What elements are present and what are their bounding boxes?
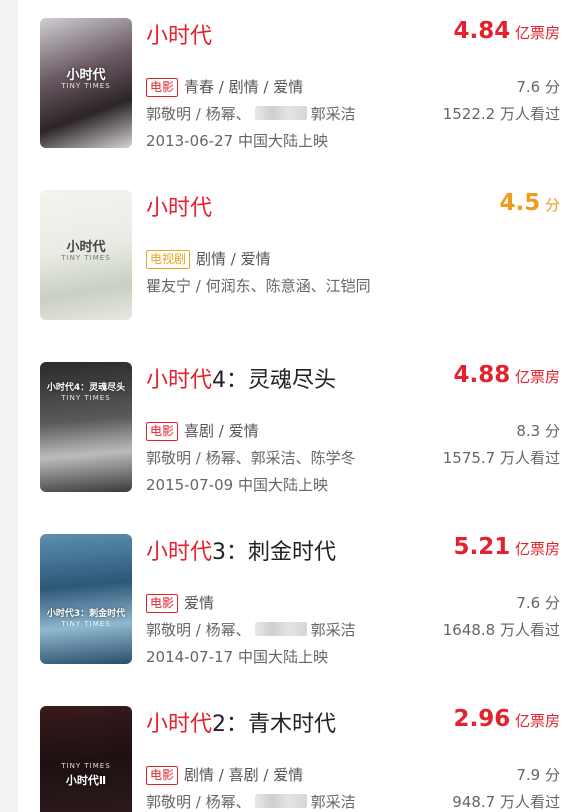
cast-b: 郭采洁 <box>310 793 356 811</box>
poster-subtitle: TINY TIMES <box>61 254 111 262</box>
type-tag: 电影 <box>146 766 179 785</box>
title-brand: 小时代 <box>146 540 213 565</box>
movie-title[interactable]: 小时代 <box>146 190 212 222</box>
rating-unit: 分 <box>544 196 560 214</box>
cast-line: 郭敬明 / 杨幂、郭采洁、陈学冬 <box>146 449 356 467</box>
box-office: 5.21 亿票房 <box>453 534 560 560</box>
poster-title: 小时代Ⅱ <box>65 774 107 787</box>
redacted-name <box>254 622 307 636</box>
genre-line: 电影 青春 / 剧情 / 爱情 <box>146 76 303 97</box>
genres: 青春 / 剧情 / 爱情 <box>184 78 304 96</box>
poster-image[interactable]: 小时代3：刺金时代 TINY TIMES <box>40 534 132 664</box>
poster-subtitle: TINY TIMES <box>61 620 111 628</box>
genres: 喜剧 / 爱情 <box>184 422 259 440</box>
poster-image[interactable]: 小时代 TINY TIMES <box>40 18 132 148</box>
movie-title[interactable]: 小时代2：青木时代 <box>146 706 336 738</box>
genres: 剧情 / 爱情 <box>196 250 271 268</box>
box-office-unit: 亿票房 <box>514 368 560 386</box>
box-office: 4.84 亿票房 <box>453 18 560 44</box>
poster-image[interactable]: 小时代4：灵魂尽头 TINY TIMES <box>40 362 132 492</box>
genres: 爱情 <box>184 594 215 612</box>
list-item[interactable]: 小时代3：刺金时代 TINY TIMES 小时代3：刺金时代 5.21 亿票房 … <box>18 516 582 676</box>
poster-title: 小时代 <box>66 240 106 255</box>
redacted-name <box>254 794 307 808</box>
box-office-value: 4.88 <box>453 362 511 388</box>
watched-count: 1575.7 万人看过 <box>442 449 560 467</box>
title-brand: 小时代 <box>146 368 213 393</box>
genre-line: 电影 爱情 <box>146 592 214 613</box>
poster-title: 小时代 <box>66 68 106 83</box>
box-office-value: 4.84 <box>453 18 511 44</box>
score: 8.3 分 <box>516 422 560 440</box>
release-date: 2015-07-09 中国大陆上映 <box>146 476 328 494</box>
list-item[interactable]: 小时代4：灵魂尽头 TINY TIMES 小时代4：灵魂尽头 4.88 亿票房 … <box>18 344 582 504</box>
box-office: 2.96 亿票房 <box>453 706 560 732</box>
type-tag: 电影 <box>146 422 179 441</box>
cast-line: 郭敬明 / 杨幂、 郭采洁 <box>146 791 356 812</box>
poster-subtitle: TINY TIMES <box>61 82 111 90</box>
left-gutter <box>0 0 18 812</box>
genre-line: 电影 喜剧 / 爱情 <box>146 420 259 441</box>
title-rest: 3：刺金时代 <box>212 540 337 565</box>
box-office-value: 5.21 <box>453 534 511 560</box>
box-office-unit: 亿票房 <box>514 540 560 558</box>
score: 7.6 分 <box>516 78 560 96</box>
box-office-unit: 亿票房 <box>514 712 560 730</box>
type-tag: 电影 <box>146 594 179 613</box>
rating-value: 4.5 <box>499 190 541 216</box>
watched-count: 948.7 万人看过 <box>452 793 560 811</box>
cast-a: 郭敬明 / 杨幂、 <box>146 793 251 811</box>
release-date: 2013-06-27 中国大陆上映 <box>146 132 328 150</box>
box-office-unit: 亿票房 <box>514 24 560 42</box>
watched-count: 1522.2 万人看过 <box>442 105 560 123</box>
title-brand: 小时代 <box>146 24 213 49</box>
rating: 4.5 分 <box>499 190 560 216</box>
poster-image[interactable]: 小时代Ⅱ TINY TIMES <box>40 706 132 812</box>
title-rest: 4：灵魂尽头 <box>212 368 337 393</box>
title-brand: 小时代 <box>146 712 213 737</box>
cast-line: 郭敬明 / 杨幂、 郭采洁 <box>146 619 356 640</box>
poster-subtitle: TINY TIMES <box>61 762 111 770</box>
poster-title: 小时代3：刺金时代 <box>46 609 126 619</box>
title-rest: 2：青木时代 <box>212 712 337 737</box>
poster-title: 小时代4：灵魂尽头 <box>46 383 126 393</box>
cast-line: 瞿友宁 / 何润东、陈意涵、江铠同 <box>146 277 371 295</box>
movie-title[interactable]: 小时代4：灵魂尽头 <box>146 362 336 394</box>
box-office-value: 2.96 <box>453 706 511 732</box>
list-item[interactable]: 小时代Ⅱ TINY TIMES 小时代2：青木时代 2.96 亿票房 电影 剧情 … <box>18 688 582 812</box>
redacted-name <box>254 106 307 120</box>
score: 7.6 分 <box>516 594 560 612</box>
type-tag: 电视剧 <box>146 250 191 269</box>
title-brand: 小时代 <box>146 196 213 221</box>
genre-line: 电影 剧情 / 喜剧 / 爱情 <box>146 764 303 785</box>
watched-count: 1648.8 万人看过 <box>442 621 560 639</box>
poster-image[interactable]: 小时代 TINY TIMES <box>40 190 132 320</box>
cast-b: 郭采洁 <box>310 105 356 123</box>
release-date: 2014-07-17 中国大陆上映 <box>146 648 328 666</box>
movie-list: 小时代 TINY TIMES 小时代 4.84 亿票房 电影 青春 / 剧情 / … <box>18 0 582 812</box>
genres: 剧情 / 喜剧 / 爱情 <box>184 766 304 784</box>
cast-a: 郭敬明 / 杨幂、 <box>146 105 251 123</box>
movie-title[interactable]: 小时代3：刺金时代 <box>146 534 336 566</box>
movie-title[interactable]: 小时代 <box>146 18 212 50</box>
list-item[interactable]: 小时代 TINY TIMES 小时代 4.5 分 电视剧 剧情 / 爱情 瞿友宁 … <box>18 172 582 332</box>
poster-subtitle: TINY TIMES <box>61 394 111 402</box>
cast-line: 郭敬明 / 杨幂、 郭采洁 <box>146 103 356 124</box>
cast-b: 郭采洁 <box>310 621 356 639</box>
type-tag: 电影 <box>146 78 179 97</box>
genre-line: 电视剧 剧情 / 爱情 <box>146 248 271 269</box>
cast-a: 郭敬明 / 杨幂、 <box>146 621 251 639</box>
box-office: 4.88 亿票房 <box>453 362 560 388</box>
score: 7.9 分 <box>516 766 560 784</box>
list-item[interactable]: 小时代 TINY TIMES 小时代 4.84 亿票房 电影 青春 / 剧情 / … <box>18 0 582 160</box>
